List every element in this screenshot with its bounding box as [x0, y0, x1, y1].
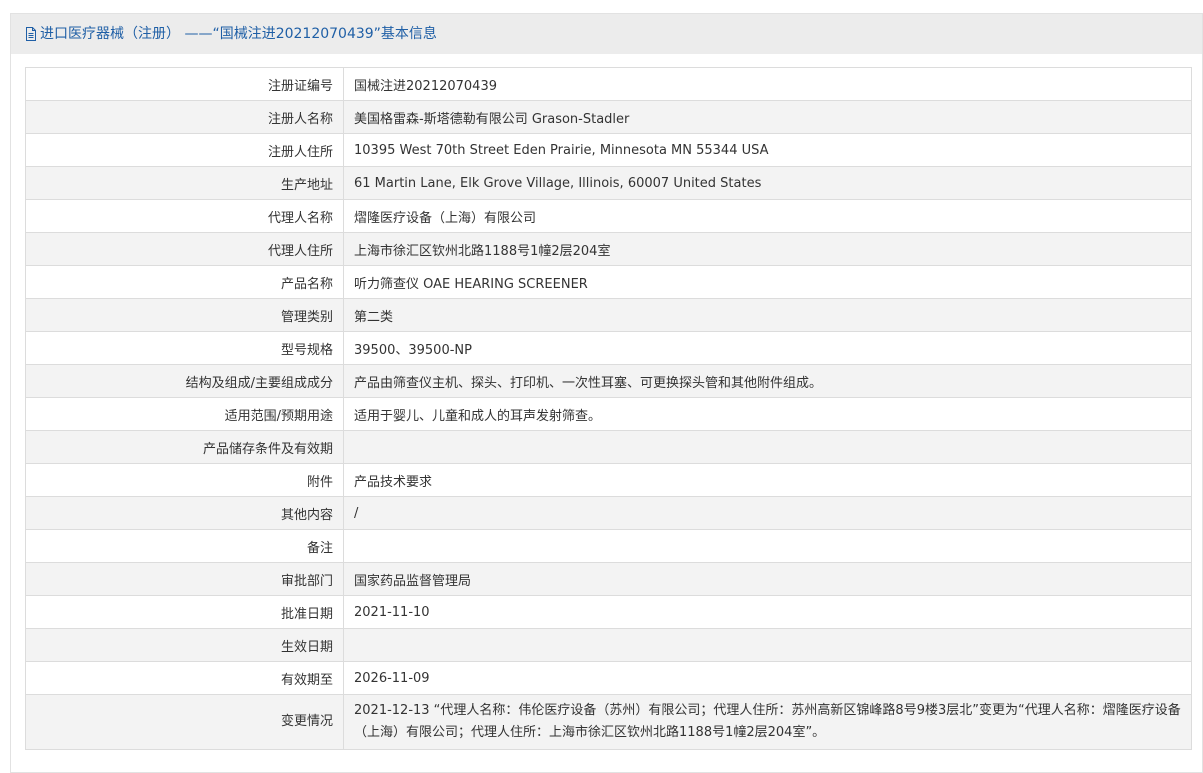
table-row: 有效期至 2026-11-09: [25, 661, 1192, 695]
row-label: 生产地址: [25, 166, 344, 200]
table-row: 批准日期 2021-11-10: [25, 595, 1192, 629]
row-label: 生效日期: [25, 628, 344, 662]
row-label: 变更情况: [25, 694, 344, 750]
row-label: 注册证编号: [25, 67, 344, 101]
row-value: 2021-11-10: [343, 595, 1192, 629]
table-row: 产品储存条件及有效期: [25, 430, 1192, 464]
table-row: 备注: [25, 529, 1192, 563]
row-label: 其他内容: [25, 496, 344, 530]
table-row: 附件 产品技术要求: [25, 463, 1192, 497]
table-row: 注册人住所 10395 West 70th Street Eden Prairie…: [25, 133, 1192, 167]
table-row: 其他内容 /: [25, 496, 1192, 530]
row-label: 注册人名称: [25, 100, 344, 134]
table-row: 产品名称 听力筛查仪 OAE HEARING SCREENER: [25, 265, 1192, 299]
row-label: 产品名称: [25, 265, 344, 299]
row-label: 注册人住所: [25, 133, 344, 167]
row-label: 结构及组成/主要组成成分: [25, 364, 344, 398]
row-value: 2026-11-09: [343, 661, 1192, 695]
row-value: 产品由筛查仪主机、探头、打印机、一次性耳塞、可更换探头管和其他附件组成。: [343, 364, 1192, 398]
table-row: 代理人住所 上海市徐汇区钦州北路1188号1幢2层204室: [25, 232, 1192, 266]
row-label: 产品储存条件及有效期: [25, 430, 344, 464]
row-value: 61 Martin Lane, Elk Grove Village, Illin…: [343, 166, 1192, 200]
page-title: 进口医疗器械（注册） ——“国械注进20212070439”基本信息: [40, 26, 437, 42]
row-value: 熠隆医疗设备（上海）有限公司: [343, 199, 1192, 233]
row-label: 有效期至: [25, 661, 344, 695]
row-value: /: [343, 496, 1192, 530]
row-value: 产品技术要求: [343, 463, 1192, 497]
row-label: 代理人名称: [25, 199, 344, 233]
row-label: 批准日期: [25, 595, 344, 629]
row-value: 美国格雷森-斯塔德勒有限公司 Grason-Stadler: [343, 100, 1192, 134]
detail-table: 注册证编号 国械注进20212070439 注册人名称 美国格雷森-斯塔德勒有限公司…: [25, 67, 1192, 750]
row-label: 管理类别: [25, 298, 344, 332]
row-value: 2021-12-13 “代理人名称：伟伦医疗设备（苏州）有限公司；代理人住所：苏…: [343, 694, 1192, 750]
table-row: 结构及组成/主要组成成分 产品由筛查仪主机、探头、打印机、一次性耳塞、可更换探头管…: [25, 364, 1192, 398]
row-value: [343, 430, 1192, 464]
row-value: 39500、39500-NP: [343, 331, 1192, 365]
document-icon: [25, 27, 37, 41]
row-value: 10395 West 70th Street Eden Prairie, Min…: [343, 133, 1192, 167]
table-row: 适用范围/预期用途 适用于婴儿、儿童和成人的耳声发射筛查。: [25, 397, 1192, 431]
table-row: 代理人名称 熠隆医疗设备（上海）有限公司: [25, 199, 1192, 233]
row-label: 附件: [25, 463, 344, 497]
row-label: 审批部门: [25, 562, 344, 596]
content-area: 注册证编号 国械注进20212070439 注册人名称 美国格雷森-斯塔德勒有限公司…: [11, 54, 1202, 772]
table-row: 型号规格 39500、39500-NP: [25, 331, 1192, 365]
table-row: 审批部门 国家药品监督管理局: [25, 562, 1192, 596]
row-label: 代理人住所: [25, 232, 344, 266]
table-row: 变更情况 2021-12-13 “代理人名称：伟伦医疗设备（苏州）有限公司；代理人…: [25, 694, 1192, 750]
row-value: [343, 529, 1192, 563]
table-row: 生产地址 61 Martin Lane, Elk Grove Village, I…: [25, 166, 1192, 200]
table-row: 注册人名称 美国格雷森-斯塔德勒有限公司 Grason-Stadler: [25, 100, 1192, 134]
table-row: 管理类别 第二类: [25, 298, 1192, 332]
table-row: 注册证编号 国械注进20212070439: [25, 67, 1192, 101]
row-value: 听力筛查仪 OAE HEARING SCREENER: [343, 265, 1192, 299]
row-label: 备注: [25, 529, 344, 563]
row-value: [343, 628, 1192, 662]
row-label: 适用范围/预期用途: [25, 397, 344, 431]
row-value: 国家药品监督管理局: [343, 562, 1192, 596]
row-value: 国械注进20212070439: [343, 67, 1192, 101]
info-panel: 进口医疗器械（注册） ——“国械注进20212070439”基本信息 注册证编号…: [10, 13, 1203, 773]
row-value: 第二类: [343, 298, 1192, 332]
table-row: 生效日期: [25, 628, 1192, 662]
row-label: 型号规格: [25, 331, 344, 365]
panel-header: 进口医疗器械（注册） ——“国械注进20212070439”基本信息: [11, 14, 1202, 54]
row-value: 适用于婴儿、儿童和成人的耳声发射筛查。: [343, 397, 1192, 431]
row-value: 上海市徐汇区钦州北路1188号1幢2层204室: [343, 232, 1192, 266]
